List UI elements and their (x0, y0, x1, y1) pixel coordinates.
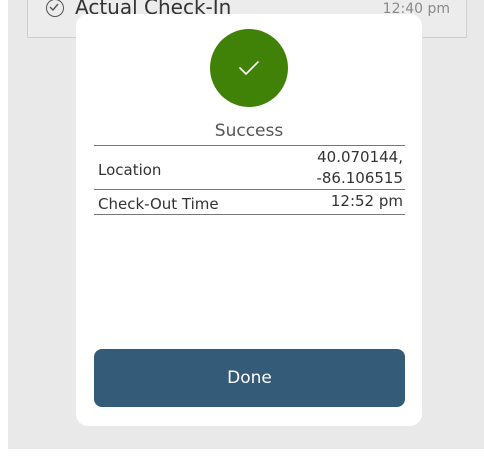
details-table: Location 40.070144, -86.106515 Check-Out… (94, 145, 405, 215)
done-button[interactable]: Done (94, 349, 405, 407)
longitude-value: -86.106515 (316, 169, 403, 187)
latitude-value: 40.070144, (317, 148, 403, 166)
success-badge (210, 29, 288, 107)
checkmark-icon (239, 61, 259, 75)
success-dialog: Success Location 40.070144, -86.106515 C… (76, 14, 422, 426)
table-row-check-out-time: Check-Out Time 12:52 pm (94, 190, 405, 215)
check-circle-icon (46, 0, 64, 17)
location-value: 40.070144, -86.106515 (316, 147, 403, 189)
table-row-location: Location 40.070144, -86.106515 (94, 146, 405, 190)
check-out-time-label: Check-Out Time (98, 195, 219, 213)
screen: Actual Check-In 12:40 pm Success Locatio… (0, 0, 484, 457)
dialog-title: Success (214, 121, 284, 141)
location-label: Location (98, 161, 162, 179)
check-out-time-value: 12:52 pm (330, 192, 403, 210)
